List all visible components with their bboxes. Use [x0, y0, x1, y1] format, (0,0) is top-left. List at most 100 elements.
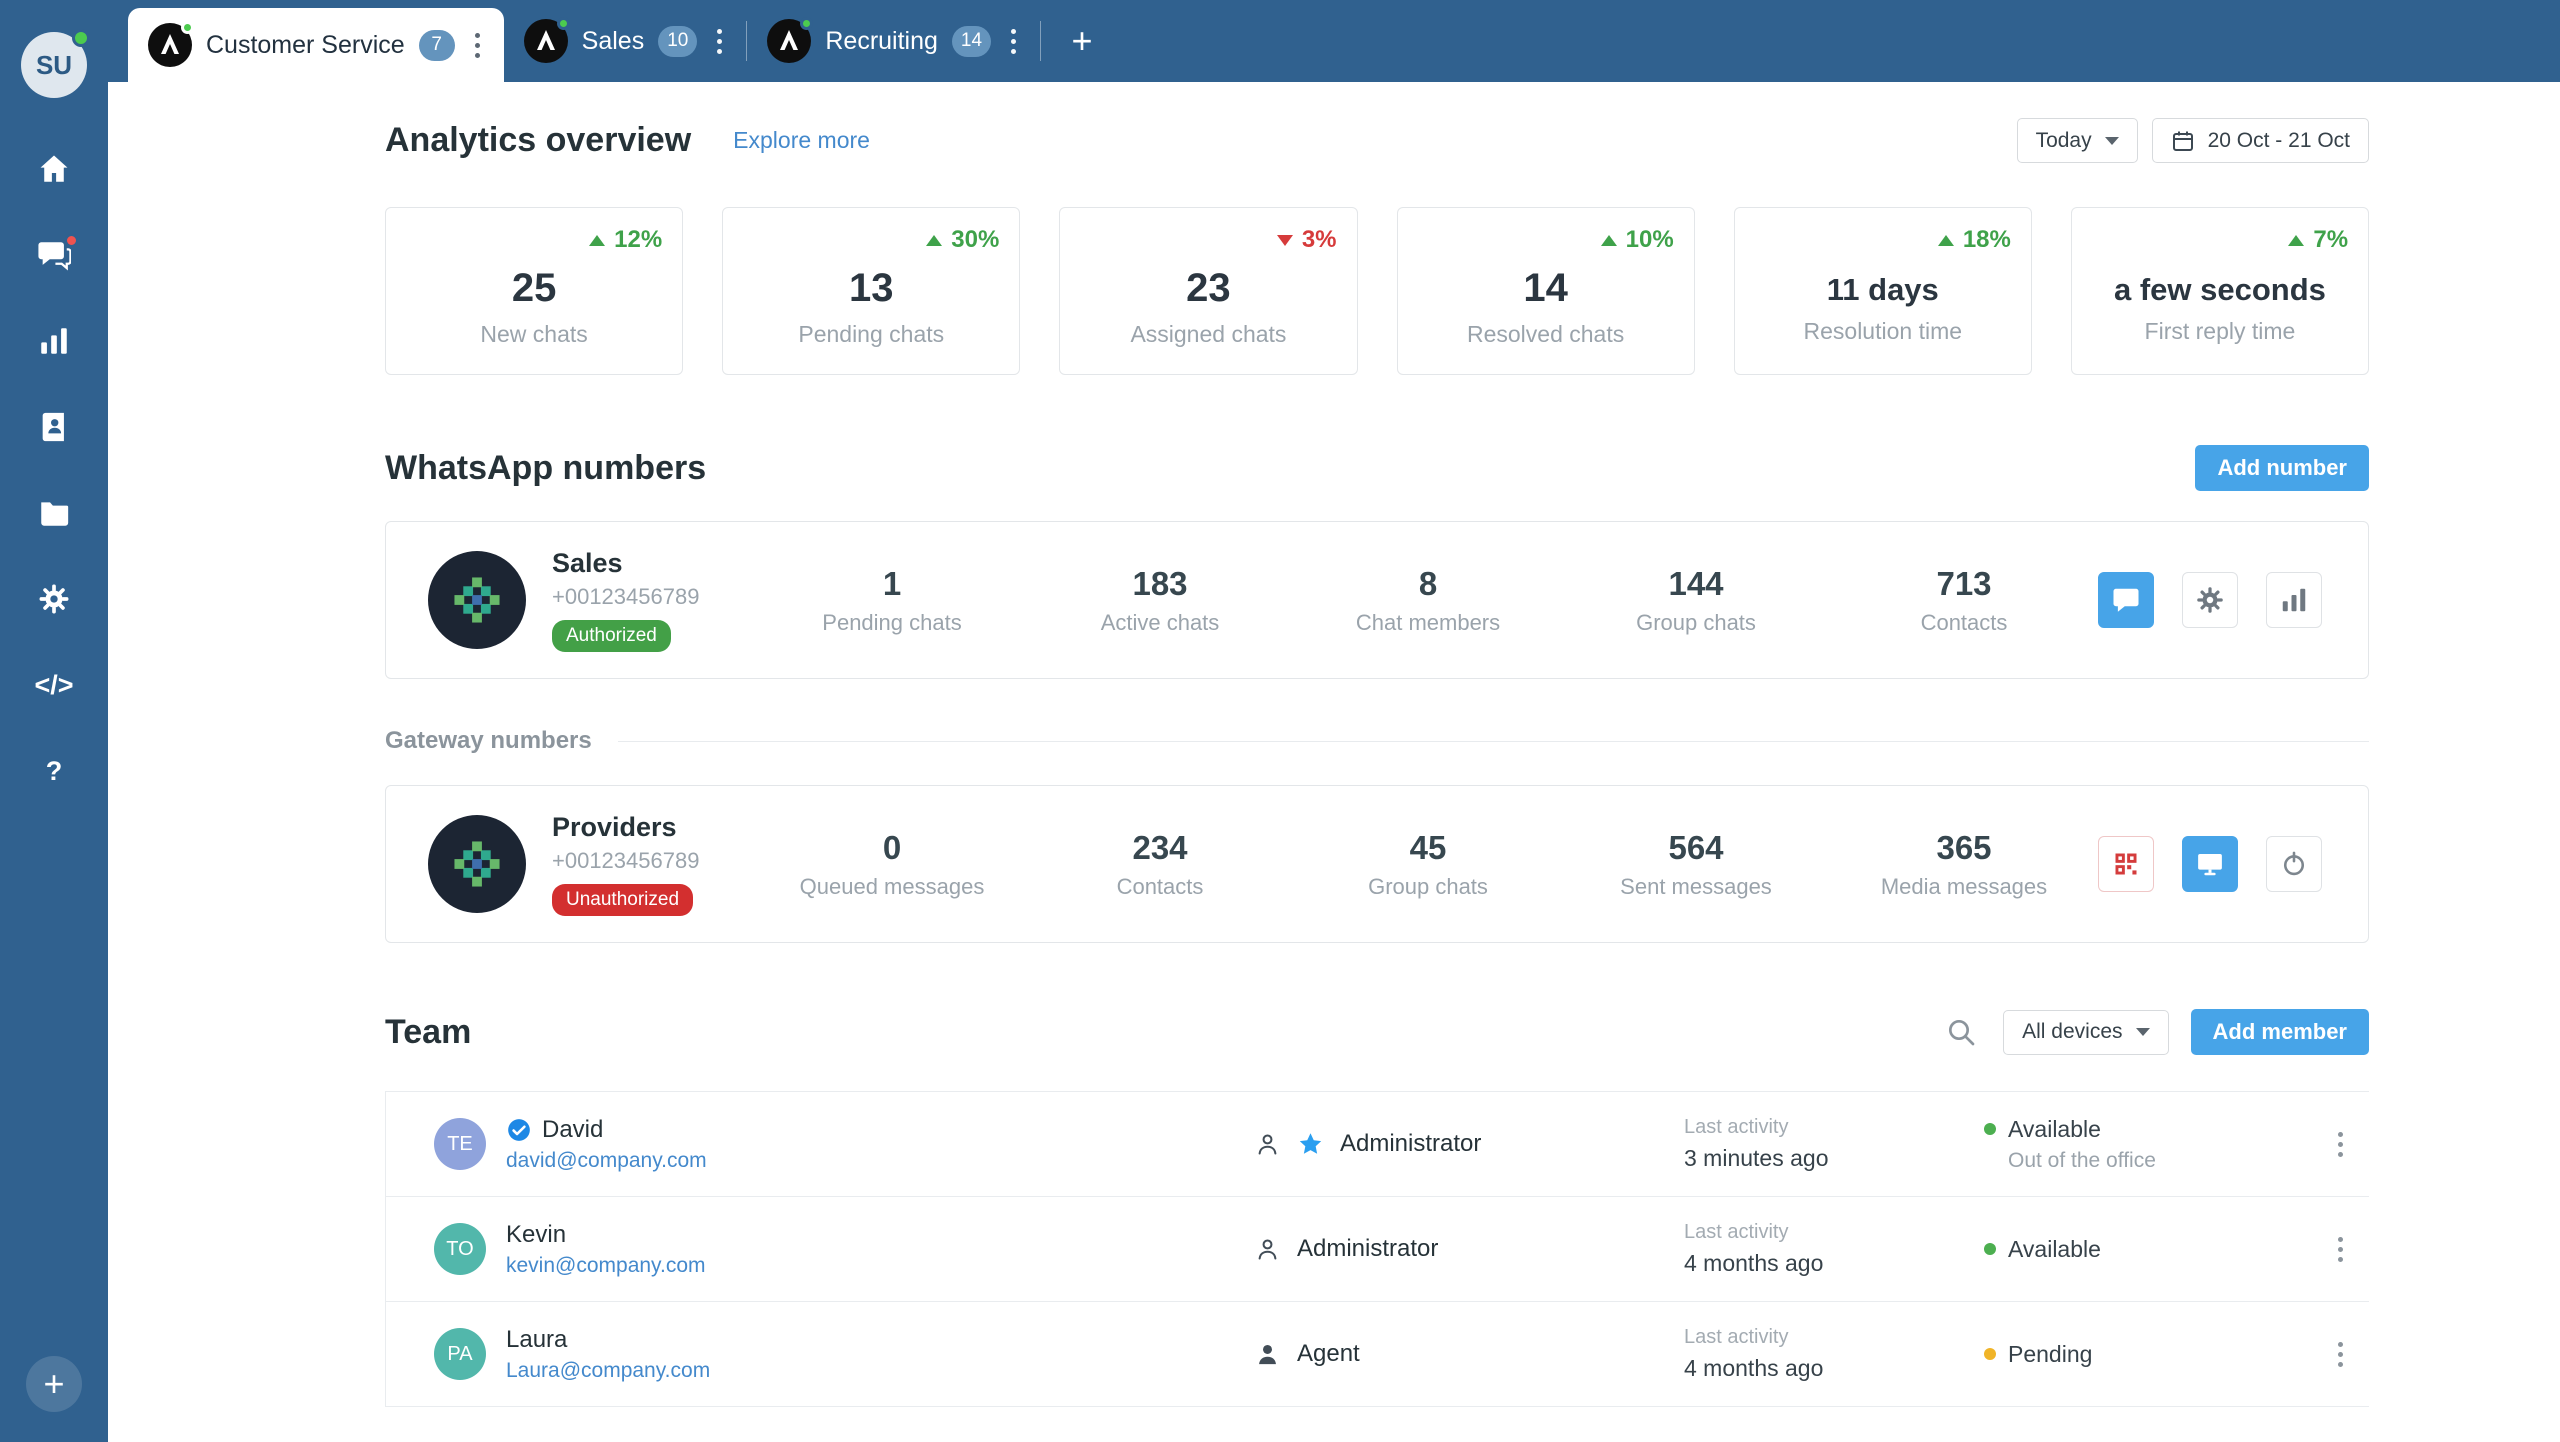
user-avatar-initials: SU	[35, 49, 73, 80]
stat-label: New chats	[480, 321, 588, 347]
member-role: Agent	[1297, 1340, 1360, 1367]
stat-label: Resolution time	[1803, 318, 1963, 344]
member-email-link[interactable]: david@company.com	[506, 1149, 707, 1173]
main-content: Analytics overview Explore more Today 20…	[108, 82, 2560, 1442]
add-member-button[interactable]: Add member	[2190, 1009, 2369, 1055]
stat-value: 183	[1132, 564, 1188, 602]
tab-sales[interactable]: Sales 10	[504, 0, 747, 82]
stat-value: 8	[1418, 564, 1438, 602]
stat-label: Queued messages	[799, 873, 985, 899]
power-icon	[2283, 851, 2305, 876]
row-menu-kebab-icon[interactable]	[2332, 1231, 2349, 1268]
status-badge: Unauthorized	[552, 884, 694, 916]
sidebar-add-button[interactable]: +	[26, 1356, 82, 1412]
stat-card-first-reply-time: 7% a few seconds First reply time	[2070, 207, 2370, 375]
activity-label: Last activity	[1684, 1326, 1789, 1348]
add-number-button[interactable]: Add number	[2195, 445, 2369, 491]
calendar-icon	[2172, 131, 2193, 151]
table-row: TE David david@company.com Administrator	[386, 1092, 2369, 1197]
member-role: Administrator	[1297, 1235, 1439, 1262]
delta-value: 7%	[2313, 226, 2349, 253]
workspace-tabbar: Customer Service 7 Sales 10 Recruiting 1…	[108, 0, 2560, 82]
member-status: Pending	[2008, 1340, 2093, 1367]
sidebar-item-integrations[interactable]: </>	[32, 666, 76, 704]
analytics-icon	[41, 328, 67, 354]
tab-menu-kebab-icon[interactable]	[469, 27, 486, 64]
date-range-button[interactable]: 20 Oct - 21 Oct	[2151, 118, 2369, 163]
sidebar-item-contacts[interactable]	[32, 408, 76, 446]
delta-value: 3%	[1301, 226, 1337, 253]
delta-value: 10%	[1625, 226, 1674, 253]
activity-value: 3 minutes ago	[1684, 1145, 1829, 1171]
sidebar-item-chats[interactable]	[32, 234, 78, 274]
tab-unread-badge: 7	[418, 29, 455, 61]
workspace-online-dot	[181, 21, 194, 34]
stat-label: Media messages	[1880, 873, 2048, 899]
tab-label: Recruiting	[825, 26, 938, 55]
tab-menu-kebab-icon[interactable]	[711, 23, 728, 60]
sidebar-item-home[interactable]	[32, 150, 76, 188]
stat-value: 11 days	[1826, 272, 1939, 307]
gear-icon	[2197, 587, 2223, 613]
analytics-cards: 12% 25 New chats 30% 13 Pending chats 3%…	[385, 207, 2370, 375]
stat-card-assigned-chats: 3% 23 Assigned chats	[1059, 207, 1358, 375]
period-dropdown[interactable]: Today	[2016, 118, 2138, 163]
member-role: Administrator	[1340, 1130, 1482, 1157]
member-status: Available	[2008, 1235, 2101, 1262]
trend-up-icon	[589, 234, 606, 246]
stat-value: 365	[1936, 828, 1992, 866]
device-filter-dropdown[interactable]: All devices	[2003, 1009, 2169, 1055]
stat-value: 13	[849, 266, 894, 310]
member-email-link[interactable]: kevin@company.com	[506, 1254, 706, 1278]
tab-label: Sales	[581, 26, 645, 55]
member-role-icon	[1258, 1133, 1277, 1155]
table-row: PA Laura Laura@company.com Agent Last ac…	[386, 1302, 2369, 1407]
stat-value: a few seconds	[2113, 272, 2326, 307]
qr-code-button[interactable]	[2098, 836, 2154, 892]
gateway-console-button[interactable]	[2182, 836, 2238, 892]
help-icon: ?	[45, 755, 63, 786]
power-button[interactable]	[2266, 836, 2322, 892]
team-search-button[interactable]	[1945, 1016, 1977, 1048]
member-name: Laura	[506, 1325, 568, 1353]
stat-label: Pending chats	[798, 321, 945, 347]
tab-customer-service[interactable]: Customer Service 7	[128, 8, 504, 82]
tab-recruiting[interactable]: Recruiting 14	[747, 0, 1040, 82]
tab-unread-badge: 10	[658, 25, 698, 57]
gateway-numbers-heading: Gateway numbers	[385, 727, 592, 754]
whatsapp-number-card: Sales +00123456789 Authorized 1 Pending c…	[385, 521, 2369, 679]
delta-value: 30%	[951, 226, 1000, 253]
sidebar-item-settings[interactable]	[32, 580, 76, 618]
stat-label: Active chats	[1100, 609, 1220, 635]
add-workspace-button[interactable]: +	[1051, 0, 1113, 82]
home-icon	[40, 155, 68, 182]
open-chats-button[interactable]	[2098, 572, 2154, 628]
status-dot	[1984, 1243, 1996, 1255]
trend-up-icon	[1937, 234, 1954, 246]
sidebar-item-help[interactable]: ?	[32, 752, 76, 790]
member-role-icon	[1259, 1344, 1276, 1364]
row-menu-kebab-icon[interactable]	[2332, 1336, 2349, 1373]
sidebar-item-folders[interactable]	[32, 494, 76, 532]
user-avatar[interactable]: SU	[21, 29, 90, 98]
number-identicon-avatar	[428, 551, 526, 649]
team-title: Team	[385, 1012, 472, 1051]
number-analytics-button[interactable]	[2266, 572, 2322, 628]
stat-value: 144	[1668, 564, 1724, 602]
row-menu-kebab-icon[interactable]	[2332, 1126, 2349, 1163]
sidebar-item-analytics[interactable]	[32, 322, 76, 360]
stat-value: 14	[1523, 266, 1568, 310]
explore-more-link[interactable]: Explore more	[733, 127, 870, 154]
stat-value: 23	[1186, 266, 1231, 310]
activity-value: 4 months ago	[1684, 1355, 1824, 1381]
workspace-online-dot	[556, 17, 570, 30]
member-name: Kevin	[506, 1220, 567, 1248]
trend-down-icon	[1276, 234, 1293, 246]
number-stats: 1 Pending chats 183 Active chats 8 Chat mem…	[758, 565, 2098, 636]
tab-label: Customer Service	[206, 30, 405, 59]
tab-menu-kebab-icon[interactable]	[1005, 23, 1022, 60]
stat-label: Chat members	[1355, 609, 1501, 635]
member-email-link[interactable]: Laura@company.com	[506, 1359, 710, 1383]
number-settings-button[interactable]	[2182, 572, 2238, 628]
code-icon: </>	[34, 669, 74, 700]
